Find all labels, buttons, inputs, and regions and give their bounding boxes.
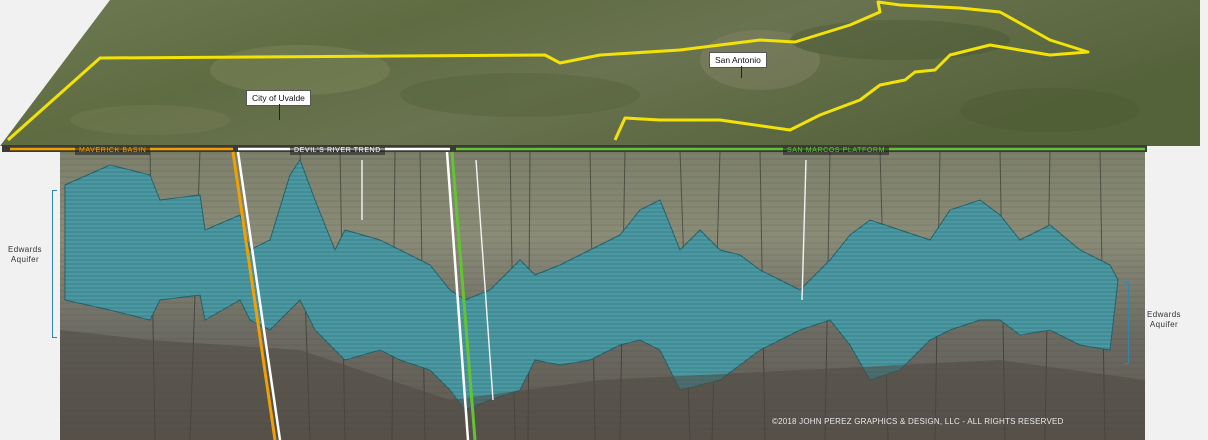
aquifer-bracket-right bbox=[1124, 282, 1129, 364]
san-marcos-platform-label: SAN MARCOS PLATFORM bbox=[783, 147, 890, 155]
geologic-block-diagram bbox=[0, 0, 1200, 440]
uvalde-pointer bbox=[279, 104, 280, 120]
maverick-basin-label: MAVERICK BASIN bbox=[75, 147, 151, 155]
san-antonio-pointer bbox=[741, 66, 742, 78]
aquifer-label-right: Edwards Aquifer bbox=[1147, 310, 1181, 329]
city-label-san-antonio: San Antonio bbox=[709, 52, 767, 68]
copyright-notice: ©2018 JOHN PEREZ GRAPHICS & DESIGN, LLC … bbox=[772, 417, 1064, 426]
aquifer-label-left: Edwards Aquifer bbox=[8, 245, 42, 264]
aquifer-bracket-left bbox=[52, 190, 57, 338]
devils-river-trend-label: DEVIL'S RIVER TREND bbox=[290, 147, 385, 155]
